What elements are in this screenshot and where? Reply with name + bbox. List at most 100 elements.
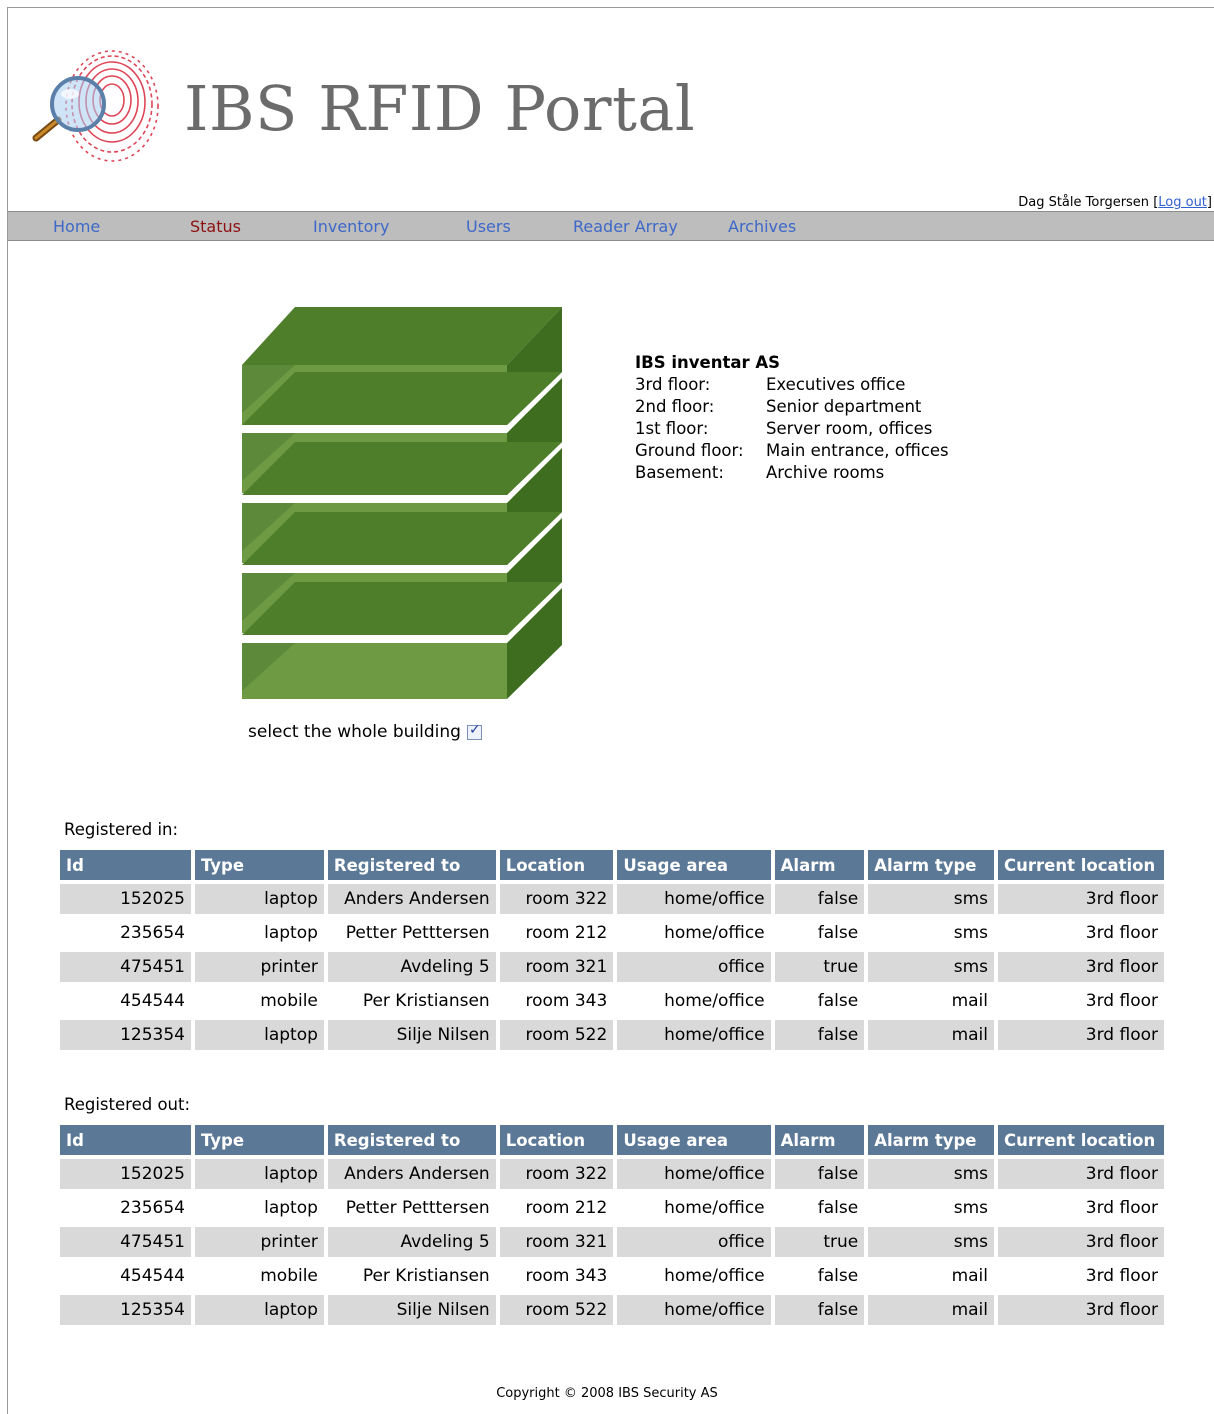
floor-desc: Main entrance, offices <box>766 441 949 460</box>
table-cell: 475451 <box>60 952 191 982</box>
table-cell: sms <box>868 884 994 914</box>
table-cell: false <box>774 1261 865 1291</box>
table-row[interactable]: 454544 mobile Per Kristiansen room 343 home/… <box>60 986 1164 1016</box>
logout-link[interactable]: Log out <box>1158 195 1207 210</box>
table-row[interactable]: 235654 laptop Petter Petttersen room 212 hom… <box>60 1193 1164 1223</box>
table-cell: sms <box>868 918 994 948</box>
table-cell: room 212 <box>499 918 614 948</box>
table-cell: laptop <box>195 1159 324 1189</box>
table-cell: office <box>617 952 771 982</box>
table-cell: home/office <box>617 1193 771 1223</box>
table-cell: home/office <box>617 1020 771 1050</box>
column-header[interactable]: Location <box>499 1125 614 1155</box>
floor-divider-1 <box>242 372 562 425</box>
column-header[interactable]: Type <box>195 850 324 880</box>
table-row[interactable]: 152025 laptop Anders Andersen room 322 home/… <box>60 1159 1164 1189</box>
column-header[interactable]: Id <box>60 1125 191 1155</box>
column-header[interactable]: Registered to <box>327 1125 496 1155</box>
table-cell: Silje Nilsen <box>327 1020 496 1050</box>
floor-divider-3 <box>242 512 562 565</box>
table-cell: 475451 <box>60 1227 191 1257</box>
table-cell: 235654 <box>60 1193 191 1223</box>
table-cell: room 522 <box>499 1295 614 1325</box>
column-header[interactable]: Alarm type <box>868 850 994 880</box>
select-building-checkbox[interactable] <box>466 722 482 740</box>
table-header-row: Id Type Registered to Location Usage area Ala… <box>60 1125 1164 1155</box>
column-header[interactable]: Id <box>60 850 191 880</box>
table-cell: room 322 <box>499 884 614 914</box>
table-row[interactable]: 125354 laptop Silje Nilsen room 522 home/off… <box>60 1295 1164 1325</box>
table-cell: Silje Nilsen <box>327 1295 496 1325</box>
table-cell: 454544 <box>60 986 191 1016</box>
table-row[interactable]: 125354 laptop Silje Nilsen room 522 home/off… <box>60 1020 1164 1050</box>
table-cell: Per Kristiansen <box>327 986 496 1016</box>
table-cell: mail <box>868 1020 994 1050</box>
registered-in-label: Registered in: <box>64 820 179 839</box>
floor-divider-2 <box>242 442 562 495</box>
floor-info-row: Basement: Archive rooms <box>635 462 884 484</box>
table-cell: Avdeling 5 <box>327 952 496 982</box>
table-cell: false <box>774 1020 865 1050</box>
table-cell: 3rd floor <box>998 1020 1164 1050</box>
table-row[interactable]: 475451 printer Avdeling 5 room 321 office tru… <box>60 952 1164 982</box>
table-cell: Anders Andersen <box>327 884 496 914</box>
table-cell: laptop <box>195 1193 324 1223</box>
nav-reader-array[interactable]: Reader Array <box>573 217 678 236</box>
table-row[interactable]: 235654 laptop Petter Petttersen room 212 hom… <box>60 918 1164 948</box>
table-row[interactable]: 475451 printer Avdeling 5 room 321 office tru… <box>60 1227 1164 1257</box>
column-header[interactable]: Type <box>195 1125 324 1155</box>
table-cell: 152025 <box>60 1159 191 1189</box>
table-cell: mobile <box>195 1261 324 1291</box>
column-header[interactable]: Alarm <box>774 1125 865 1155</box>
table-cell: true <box>774 1227 865 1257</box>
column-header[interactable]: Usage area <box>617 1125 771 1155</box>
floor-name: 3rd floor: <box>635 375 711 394</box>
fingerprint-logo-icon <box>28 48 164 170</box>
floor-desc: Server room, offices <box>766 419 933 438</box>
nav-inventory[interactable]: Inventory <box>313 217 389 236</box>
table-cell: 3rd floor <box>998 986 1164 1016</box>
table-cell: 3rd floor <box>998 1193 1164 1223</box>
column-header[interactable]: Current location <box>998 850 1164 880</box>
column-header[interactable]: Current location <box>998 1125 1164 1155</box>
table-cell: Petter Petttersen <box>327 1193 496 1223</box>
nav-status[interactable]: Status <box>190 217 241 236</box>
table-cell: home/office <box>617 1159 771 1189</box>
column-header[interactable]: Registered to <box>327 850 496 880</box>
page-frame-top <box>7 7 1214 8</box>
building-roof <box>242 307 562 365</box>
table-cell: 125354 <box>60 1295 191 1325</box>
table-cell: sms <box>868 952 994 982</box>
column-header[interactable]: Alarm type <box>868 1125 994 1155</box>
table-cell: Avdeling 5 <box>327 1227 496 1257</box>
table-cell: Anders Andersen <box>327 1159 496 1189</box>
table-row[interactable]: 152025 laptop Anders Andersen room 322 home/… <box>60 884 1164 914</box>
column-header[interactable]: Location <box>499 850 614 880</box>
table-cell: mail <box>868 986 994 1016</box>
table-cell: office <box>617 1227 771 1257</box>
table-row[interactable]: 454544 mobile Per Kristiansen room 343 home/… <box>60 1261 1164 1291</box>
table-cell: false <box>774 1295 865 1325</box>
table-cell: room 522 <box>499 1020 614 1050</box>
table-cell: 3rd floor <box>998 1159 1164 1189</box>
user-name: Dag Ståle Torgersen <box>1018 195 1150 210</box>
table-cell: false <box>774 918 865 948</box>
table-cell: 3rd floor <box>998 884 1164 914</box>
table-cell: room 321 <box>499 952 614 982</box>
column-header[interactable]: Alarm <box>774 850 865 880</box>
table-cell: printer <box>195 1227 324 1257</box>
table-cell: false <box>774 884 865 914</box>
nav-users[interactable]: Users <box>466 217 511 236</box>
building-graphic <box>240 305 565 705</box>
floor-name: 2nd floor: <box>635 397 715 416</box>
floor-info-row: 2nd floor: Senior department <box>635 396 921 418</box>
select-building-label: select the whole building <box>248 722 461 742</box>
column-header[interactable]: Usage area <box>617 850 771 880</box>
nav-archives[interactable]: Archives <box>728 217 796 236</box>
table-cell: mail <box>868 1261 994 1291</box>
table-cell: home/office <box>617 986 771 1016</box>
logout-bracket-close: ] <box>1206 195 1212 210</box>
table-cell: printer <box>195 952 324 982</box>
nav-home[interactable]: Home <box>53 217 100 236</box>
table-cell: mail <box>868 1295 994 1325</box>
